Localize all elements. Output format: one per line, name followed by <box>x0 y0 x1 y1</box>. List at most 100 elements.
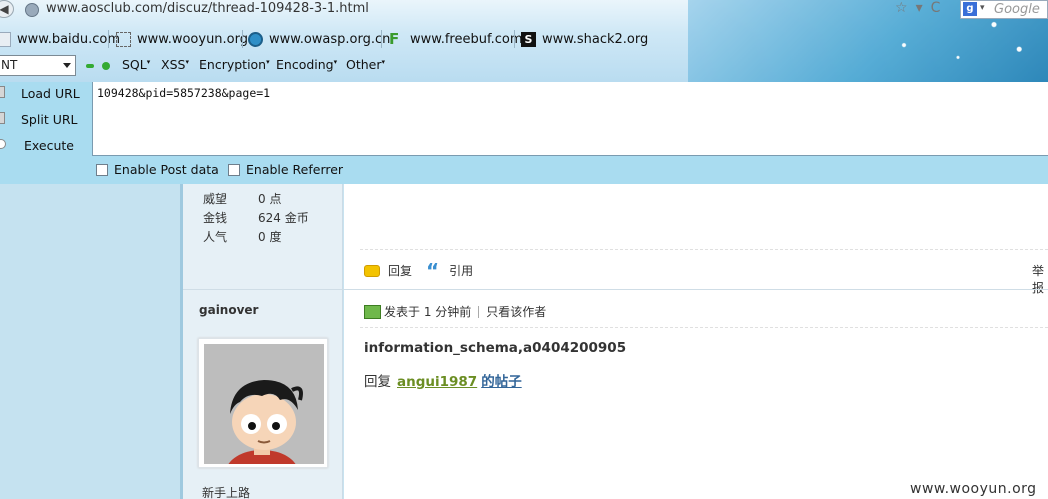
search-engine-dropdown-icon[interactable]: ▾ <box>980 3 985 13</box>
post-divider <box>360 327 1048 328</box>
stat-value: 0 度 <box>258 230 282 244</box>
hackbar-actions: Load URL Split URL Execute <box>0 82 92 156</box>
execute-icon <box>0 139 6 149</box>
bookmark-label: www.freebuf.com <box>410 31 523 47</box>
menu-encoding-label: Encoding <box>276 57 334 72</box>
menu-encoding[interactable]: Encoding▾ <box>276 57 337 72</box>
bookmark-separator <box>514 30 515 48</box>
stat-label: 金钱 <box>203 211 228 225</box>
hackbar-url-textarea[interactable]: 109428&pid=5857238&page=1 <box>92 82 1048 156</box>
post-separator <box>183 289 1048 290</box>
only-author-link[interactable]: 只看该作者 <box>486 303 546 320</box>
watermark: www.wooyun.org <box>910 481 1037 497</box>
wooyun-icon <box>116 31 131 47</box>
chevron-down-icon <box>63 63 71 68</box>
owasp-icon <box>248 31 263 47</box>
bookmark-label: www.wooyun.org <box>137 31 249 47</box>
stat-label: 人气 <box>203 230 228 244</box>
enable-referrer-checkbox[interactable]: Enable Referrer <box>228 162 343 177</box>
back-icon[interactable]: ◀ <box>0 0 14 18</box>
bookmark-shack2[interactable]: S www.shack2.org <box>521 28 648 50</box>
bookmark-owasp[interactable]: www.owasp.org.cn <box>248 28 390 50</box>
shack2-icon: S <box>521 31 536 47</box>
checkbox-box[interactable] <box>96 163 108 176</box>
quote-icon: “ <box>426 258 440 283</box>
bookmark-separator <box>108 30 109 48</box>
search-input[interactable]: g ▾ Google <box>960 0 1048 19</box>
checkbox-box[interactable] <box>228 163 240 176</box>
baidu-icon <box>0 31 11 47</box>
online-status-icon <box>364 304 381 319</box>
post-time: 发表于 1 分钟前 <box>384 305 472 319</box>
menu-other[interactable]: Other▾ <box>346 57 385 72</box>
browser-toolbar: ◀ www.aosclub.com/discuz/thread-109428-3… <box>0 0 1048 82</box>
select-value: NT <box>1 58 18 72</box>
bookmark-star-icon[interactable]: ☆ <box>895 0 908 16</box>
post-divider <box>360 249 1048 250</box>
enable-referrer-label: Enable Referrer <box>246 162 344 177</box>
user-rank: 新手上路 <box>202 486 251 499</box>
freebuf-icon: F <box>389 29 400 48</box>
reply-icon <box>364 264 380 277</box>
post-author[interactable]: gainover <box>199 303 258 317</box>
reply-label: 回复 <box>388 264 413 278</box>
bookmark-label: www.shack2.org <box>542 31 649 47</box>
increase-icon[interactable] <box>102 62 110 70</box>
enable-post-checkbox[interactable]: Enable Post data <box>96 162 219 177</box>
menu-other-label: Other <box>346 57 382 72</box>
load-url-icon <box>0 86 5 98</box>
menu-arrow-icon: ▾ <box>381 57 386 66</box>
menu-sql[interactable]: SQL▾ <box>122 57 150 72</box>
address-bar-row: ◀ www.aosclub.com/discuz/thread-109428-3… <box>0 0 1048 20</box>
quote-button[interactable]: “ 引用 <box>426 258 474 283</box>
stat-popularity: 人气 0 度 <box>203 228 281 245</box>
post-meta: 发表于 1 分钟前 只看该作者 <box>364 303 546 320</box>
stat-money: 金钱 624 金币 <box>203 209 309 226</box>
bookmark-freebuf[interactable]: F www.freebuf.com <box>389 28 523 50</box>
split-url-button[interactable]: Split URL <box>21 112 78 127</box>
menu-encryption[interactable]: Encryption▾ <box>199 57 270 72</box>
load-url-button[interactable]: Load URL <box>21 86 80 101</box>
history-dropdown-icon[interactable]: ▾ <box>916 0 923 16</box>
report-link[interactable]: 举报 <box>1032 262 1048 296</box>
avatar-image <box>204 344 324 464</box>
site-identity-icon[interactable] <box>25 3 39 17</box>
reload-icon[interactable]: C <box>931 0 941 16</box>
meta-separator <box>478 305 480 318</box>
hackbar-panel: Load URL Split URL Execute 109428&pid=58… <box>0 82 1048 184</box>
reply-user-link[interactable]: angui1987 <box>397 374 477 390</box>
menu-arrow-icon: ▾ <box>146 57 151 66</box>
bookmark-baidu[interactable]: www.baidu.com <box>0 28 120 50</box>
menu-xss-label: XSS <box>161 57 186 72</box>
menu-arrow-icon: ▾ <box>185 57 189 66</box>
decrease-icon[interactable] <box>86 64 94 68</box>
stat-prestige: 威望 0 点 <box>203 190 281 207</box>
bookmark-separator <box>242 30 243 48</box>
menu-arrow-icon: ▾ <box>333 57 338 66</box>
bookmark-separator <box>381 30 382 48</box>
bookmark-label: www.baidu.com <box>17 31 121 47</box>
address-bar-controls: ☆ ▾ C <box>895 0 948 16</box>
search-engine-icon[interactable]: g <box>963 2 977 16</box>
search-placeholder: Google <box>994 2 1040 17</box>
post-title: information_schema,a0404200905 <box>364 340 627 356</box>
bookmarks-bar: www.baidu.com www.wooyun.org www.owasp.o… <box>0 28 1048 50</box>
post-reply-line: 回复 angui1987 的帖子 <box>364 370 522 390</box>
avatar[interactable] <box>198 338 328 468</box>
bookmark-label: www.owasp.org.cn <box>269 31 391 47</box>
hackbar-type-select[interactable]: NT <box>0 55 76 76</box>
stat-value: 0 点 <box>258 192 282 206</box>
enable-post-label: Enable Post data <box>114 162 219 177</box>
reply-thread-link[interactable]: 的帖子 <box>481 374 522 390</box>
menu-encryption-label: Encryption <box>199 57 267 72</box>
menu-xss[interactable]: XSS▾ <box>161 57 189 72</box>
quote-label: 引用 <box>449 264 474 278</box>
bookmark-wooyun[interactable]: www.wooyun.org <box>116 28 248 50</box>
address-bar-url[interactable]: www.aosclub.com/discuz/thread-109428-3-1… <box>46 1 369 16</box>
reply-prefix: 回复 <box>364 374 391 390</box>
avatar-cartoon-icon <box>204 344 324 464</box>
reply-button[interactable]: 回复 <box>364 262 412 279</box>
page-background-left <box>0 184 180 499</box>
split-url-icon <box>0 112 5 124</box>
execute-button[interactable]: Execute <box>24 138 74 153</box>
